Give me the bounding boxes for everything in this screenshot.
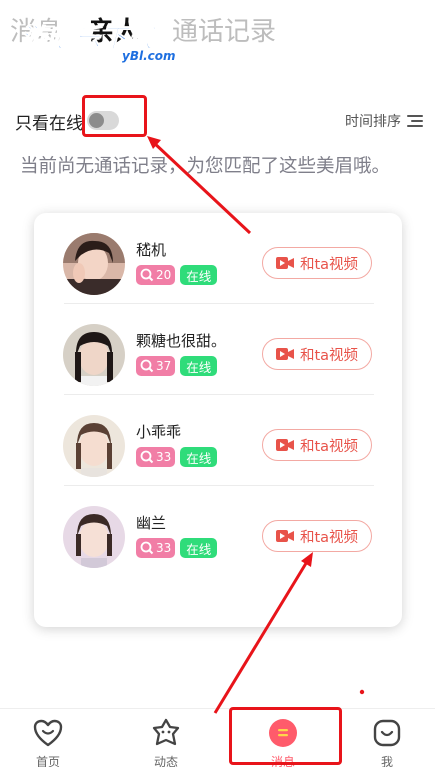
online-badge: 在线 [180, 356, 218, 376]
level-value: 20 [156, 268, 172, 282]
empty-hint: 当前尚无通话记录，为您匹配了这些美眉哦。 [20, 156, 391, 177]
video-call-button[interactable]: 和ta视频 [262, 429, 372, 461]
video-call-label: 和ta视频 [299, 347, 359, 364]
list-item[interactable]: 颗糖也很甜。 37 在线 和ta视频 [34, 304, 402, 395]
list-item[interactable]: 幽兰 33 在线 和ta视频 [34, 486, 402, 577]
avatar[interactable] [63, 233, 125, 295]
person-name: 小乖乖 [136, 423, 182, 441]
online-badge: 在线 [180, 538, 218, 558]
nav-label: 首页 [35, 755, 60, 767]
nav-item-home[interactable]: 首页 [8, 709, 88, 767]
level-icon [140, 268, 154, 282]
badges: 33 在线 [136, 447, 218, 467]
video-camera-icon [275, 348, 294, 360]
badges: 37 在线 [136, 356, 218, 376]
sort-label: 时间排序 [345, 114, 401, 130]
list-item[interactable]: 小乖乖 33 在线 和ta视频 [34, 395, 402, 486]
watermark-subtext: yBl.com [122, 49, 176, 63]
level-icon [140, 450, 154, 464]
watermark-logo: 游吧乐下载 yBl.com [19, 18, 180, 68]
annotation-box-messages [229, 707, 342, 765]
badges: 33 在线 [136, 538, 218, 558]
video-call-button[interactable]: 和ta视频 [262, 247, 372, 279]
sort-button[interactable]: 时间排序 [345, 110, 423, 132]
video-call-button[interactable]: 和ta视频 [262, 520, 372, 552]
video-camera-icon [275, 530, 294, 542]
level-icon [140, 541, 154, 555]
nav-label: 动态 [153, 755, 178, 767]
nav-item-moments[interactable]: 动态 [126, 709, 206, 767]
level-icon [140, 359, 154, 373]
tab-call-history[interactable]: 通话记录 [172, 14, 276, 50]
avatar[interactable] [63, 506, 125, 568]
nav-item-me[interactable]: 我 [347, 709, 427, 767]
heart-face-icon [33, 719, 63, 747]
list-item[interactable]: 嵇机 20 在线 和ta视频 [34, 213, 402, 304]
sort-lines-icon [407, 114, 423, 128]
avatar[interactable] [63, 324, 125, 386]
person-name: 嵇机 [136, 241, 167, 259]
level-badge: 33 [136, 538, 176, 558]
star-face-icon [152, 718, 180, 746]
video-call-label: 和ta视频 [299, 529, 359, 546]
video-call-label: 和ta视频 [299, 438, 359, 455]
video-camera-icon [275, 439, 294, 451]
smile-face-icon [373, 719, 401, 747]
nav-label: 我 [380, 755, 393, 767]
level-value: 37 [156, 359, 172, 373]
badges: 20 在线 [136, 265, 218, 285]
online-badge: 在线 [180, 447, 218, 467]
avatar[interactable] [63, 415, 125, 477]
level-badge: 37 [136, 356, 176, 376]
level-value: 33 [156, 541, 172, 555]
video-call-button[interactable]: 和ta视频 [262, 338, 372, 370]
online-badge: 在线 [180, 265, 218, 285]
level-badge: 33 [136, 447, 176, 467]
annotation-box-toggle [82, 95, 147, 137]
person-name: 颗糖也很甜。 [136, 332, 227, 350]
level-value: 33 [156, 450, 172, 464]
bottom-nav: 首页 动态 消息 我 [0, 708, 435, 767]
person-name: 幽兰 [136, 514, 167, 532]
recommend-card: 嵇机 20 在线 和ta视频 颗糖也很甜。 37 在线 和ta视频 小乖乖 33… [34, 213, 402, 627]
video-camera-icon [275, 257, 294, 269]
video-call-label: 和ta视频 [299, 256, 359, 273]
online-only-label: 只看在线 [15, 114, 83, 134]
level-badge: 20 [136, 265, 176, 285]
